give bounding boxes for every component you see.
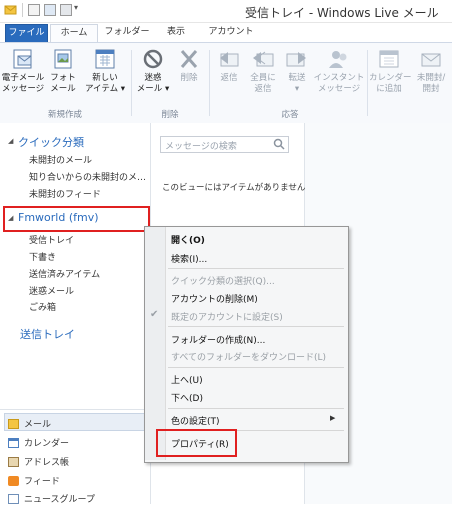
menu-item-move-down[interactable]: 下へ(D) (171, 391, 203, 404)
menu-item-download-all[interactable]: すべてのフォルダーをダウンロード(L) (171, 350, 326, 363)
highlight-box-properties (156, 429, 237, 457)
group-respond-label: 応答 (281, 110, 299, 120)
folder-deleted[interactable]: ごみ箱 (29, 300, 56, 313)
submenu-arrow-icon: ▶ (330, 414, 336, 422)
search-input-placeholder[interactable]: メッセージの検索 (165, 139, 237, 152)
feed-icon (8, 476, 19, 486)
reply-button[interactable]: 返信 (212, 48, 246, 84)
checkmark-icon: ✔ (150, 309, 159, 320)
menu-item-set-color[interactable]: 色の設定(T) (171, 414, 220, 427)
app-icon[interactable] (4, 3, 17, 16)
highlight-box-account (3, 206, 150, 232)
instant-message-label: インスタント メッセージ (313, 73, 365, 94)
menu-item-search[interactable]: 検索(I)... (171, 252, 207, 265)
quick-view-unread-mail[interactable]: 未開封のメール (29, 153, 147, 166)
address-book-icon (8, 457, 19, 467)
save-icon[interactable] (28, 4, 40, 16)
nav-mail-label: メール (24, 420, 52, 430)
newsgroup-icon (8, 494, 19, 504)
reply-all-icon (250, 48, 276, 70)
photo-mail-label: フォト メール (50, 73, 76, 94)
unread-read-icon (418, 48, 444, 70)
new-item-icon (92, 48, 118, 70)
empty-view-message: このビューにはアイテムがありません。 (162, 183, 314, 193)
folder-drafts[interactable]: 下書き (29, 250, 56, 263)
quick-views-collapse-icon[interactable]: ◢ (8, 137, 13, 145)
delete-label: 削除 (180, 73, 198, 83)
forward-button[interactable]: 転送 ▾ (282, 48, 312, 95)
calendar-add-icon (376, 48, 402, 70)
photo-mail-button[interactable]: フォト メール (48, 48, 78, 95)
add-to-calendar-button[interactable]: カレンダー に追加 (369, 48, 412, 95)
quick-view-unread-feeds[interactable]: 未開封のフィード (29, 187, 147, 200)
reply-label: 返信 (220, 73, 238, 83)
calendar-icon (8, 438, 19, 448)
nav-contacts-label: アドレス帳 (24, 458, 70, 468)
nav-contacts[interactable]: アドレス帳 (8, 455, 69, 468)
folder-junk[interactable]: 迷惑メール (29, 284, 74, 297)
nav-mail[interactable]: メール (8, 417, 51, 430)
window-title: 受信トレイ - Windows Live メール (245, 6, 439, 20)
reply-all-button[interactable]: 全員に 返信 (246, 48, 280, 95)
menu-item-new-folder[interactable]: フォルダーの作成(N)... (171, 333, 265, 346)
email-message-label: 電子メール メッセージ (1, 73, 45, 94)
nav-calendar-label: カレンダー (24, 439, 70, 449)
forward-arrow-icon (284, 48, 310, 70)
group-delete-label: 削除 (161, 110, 179, 120)
add-to-calendar-label: カレンダー に追加 (369, 73, 412, 94)
tab-file[interactable]: ファイル (5, 24, 48, 43)
reply-all-label: 全員に 返信 (250, 73, 276, 94)
quick-view-unread-contacts[interactable]: 知り合いからの未開封のメ… (29, 170, 147, 183)
email-message-button[interactable]: 電子メール メッセージ (1, 48, 45, 95)
send-receive-icon[interactable] (44, 4, 56, 16)
new-item-label: 新しい アイテム ▾ (84, 73, 126, 94)
nav-feeds-label: フィード (24, 477, 60, 487)
junk-mail-button[interactable]: 迷惑 メール ▾ (135, 48, 171, 95)
nav-calendar[interactable]: カレンダー (8, 436, 69, 449)
junk-block-icon (140, 48, 166, 70)
tab-home[interactable]: ホーム (50, 24, 98, 42)
forward-label: 転送 ▾ (288, 73, 306, 94)
reply-arrow-icon (216, 48, 242, 70)
menu-item-set-default[interactable]: 既定のアカウントに設定(S) (171, 310, 283, 323)
email-icon (10, 48, 36, 70)
reply-icon[interactable] (60, 4, 72, 16)
unread-read-button[interactable]: 未開封/ 開封 (410, 48, 452, 95)
folder-inbox[interactable]: 受信トレイ (29, 233, 74, 246)
folder-sent-items[interactable]: 送信済みアイテム (29, 267, 100, 280)
tab-account[interactable]: アカウント (204, 24, 258, 41)
menu-item-quick-views[interactable]: クイック分類の選択(Q)... (171, 274, 275, 287)
group-new-label: 新規作成 (47, 110, 82, 120)
menu-item-remove-account[interactable]: アカウントの削除(M) (171, 292, 258, 305)
new-item-button[interactable]: 新しい アイテム ▾ (84, 48, 126, 95)
quick-access-dropdown-icon[interactable]: ▾ (74, 3, 84, 15)
nav-newsgroups[interactable]: ニュースグループ (8, 492, 95, 505)
instant-message-icon (326, 48, 352, 70)
menu-item-open[interactable]: 開く(O) (171, 233, 205, 246)
folder-outbox[interactable]: 送信トレイ (20, 326, 75, 342)
junk-mail-label: 迷惑 メール ▾ (136, 73, 170, 94)
tab-folder[interactable]: フォルダー (102, 24, 152, 41)
photo-mail-icon (50, 48, 76, 70)
context-menu-icon-gutter (145, 227, 166, 460)
nav-feeds[interactable]: フィード (8, 474, 60, 487)
search-icon[interactable] (273, 138, 285, 150)
mail-icon (8, 419, 19, 429)
delete-x-icon (176, 48, 202, 70)
menu-item-move-up[interactable]: 上へ(U) (171, 373, 203, 386)
unread-read-label: 未開封/ 開封 (416, 73, 446, 94)
instant-message-button[interactable]: インスタント メッセージ (313, 48, 365, 95)
tab-view[interactable]: 表示 (160, 24, 192, 41)
delete-button[interactable]: 削除 (174, 48, 204, 84)
quick-views-header[interactable]: クイック分類 (18, 134, 84, 150)
